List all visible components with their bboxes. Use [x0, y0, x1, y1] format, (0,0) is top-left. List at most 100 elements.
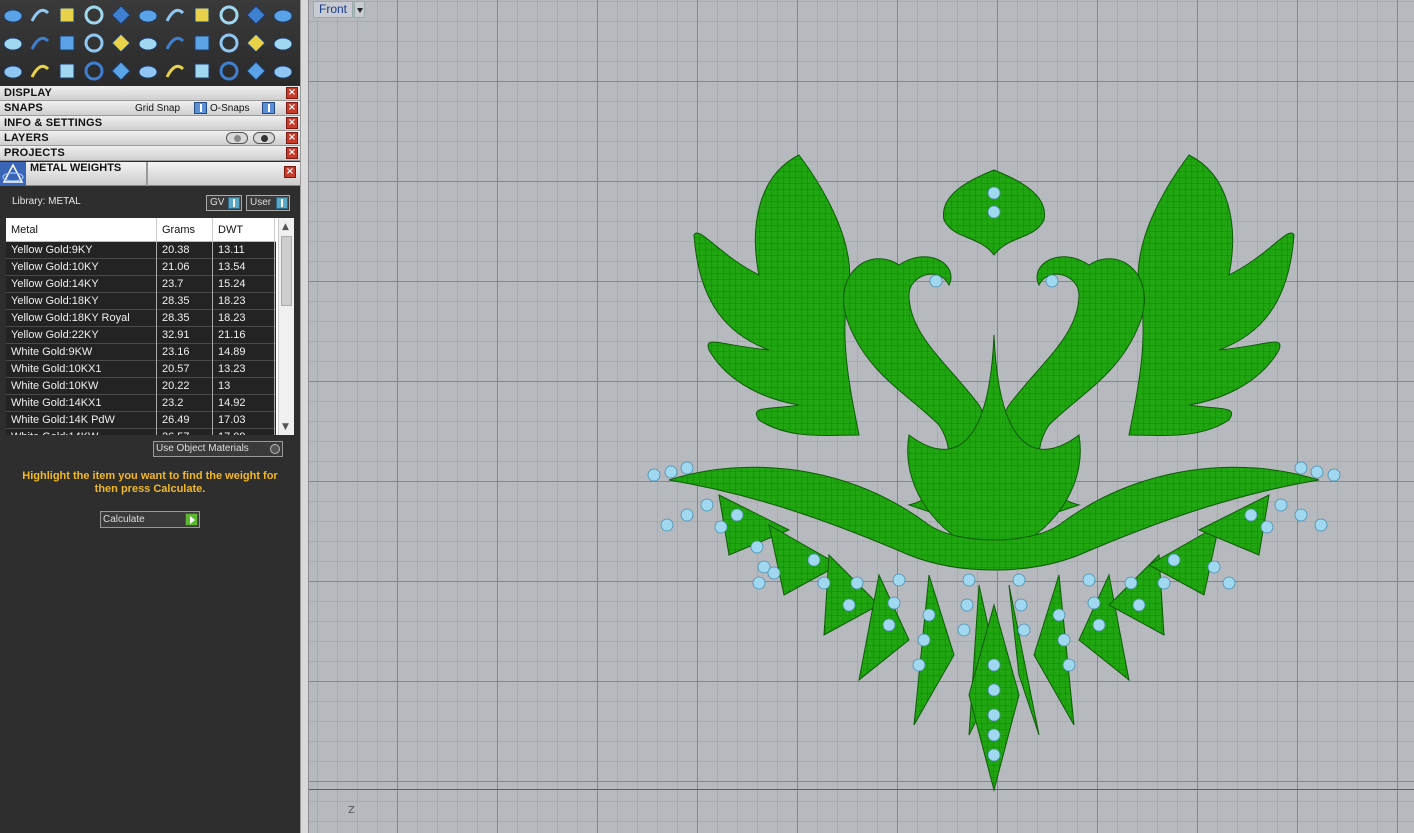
camera-icon[interactable] [217, 3, 241, 27]
swan-pendant-model[interactable] [609, 135, 1379, 795]
frame-icon[interactable] [190, 59, 214, 83]
grid-fill-icon[interactable] [109, 3, 133, 27]
door-icon[interactable] [109, 31, 133, 55]
metal-cell: White Gold:14KW [6, 429, 157, 435]
close-icon[interactable]: × [286, 87, 298, 99]
add-point-icon[interactable] [55, 3, 79, 27]
cloud-icon[interactable] [244, 31, 268, 55]
calculate-button[interactable]: Calculate [100, 511, 200, 528]
section-display[interactable]: DISPLAY × [0, 86, 300, 101]
viewport-dropdown-icon[interactable] [354, 1, 365, 18]
close-icon[interactable]: × [286, 147, 298, 159]
split-icon[interactable] [82, 59, 106, 83]
table-row[interactable]: White Gold:10KW 20.22 13 [6, 378, 276, 395]
panel-title: METAL WEIGHTS [30, 162, 122, 174]
toolbar [0, 0, 300, 86]
table-scrollbar[interactable]: ▲ ▼ [278, 218, 294, 435]
grams-cell: 23.16 [157, 344, 213, 361]
settings-disc-icon[interactable] [244, 3, 268, 27]
plate-icon[interactable] [55, 31, 79, 55]
table-row[interactable]: Yellow Gold:22KY 32.91 21.16 [6, 327, 276, 344]
dwt-cell: 18.23 [213, 310, 275, 327]
metal-cell: Yellow Gold:18KY Royal [6, 310, 157, 327]
table-row[interactable]: Yellow Gold:9KY 20.38 13.11 [6, 242, 276, 259]
diamond-icon[interactable] [28, 31, 52, 55]
user-label: User [250, 197, 272, 208]
section-snaps[interactable]: SNAPS Grid Snap O-Snaps × [0, 101, 300, 116]
close-icon[interactable]: × [284, 166, 296, 178]
arc-icon[interactable] [28, 59, 52, 83]
table-row[interactable]: White Gold:14K PdW 26.49 17.03 [6, 412, 276, 429]
table-row[interactable]: Yellow Gold:10KY 21.06 13.54 [6, 259, 276, 276]
curve-tool-icon[interactable] [1, 3, 25, 27]
gv-label: GV [210, 197, 225, 208]
cubes-icon[interactable] [1, 59, 25, 83]
panel-splitter[interactable] [300, 0, 309, 833]
table-row[interactable]: Yellow Gold:18KY 28.35 18.23 [6, 293, 276, 310]
play-icon [185, 513, 198, 526]
layer-lock-icon[interactable] [226, 132, 248, 144]
table-row[interactable]: White Gold:14KW26.5717.09 [6, 429, 276, 435]
table-header: Metal Grams DWT [6, 218, 276, 242]
grid-map-icon[interactable] [217, 31, 241, 55]
dwt-cell: 13.23 [213, 361, 275, 378]
dwt-cell: 14.92 [213, 395, 275, 412]
metal-cell: Yellow Gold:10KY [6, 259, 157, 276]
grams-cell: 28.35 [157, 293, 213, 310]
cable-icon[interactable] [136, 31, 160, 55]
toggle-icon[interactable] [271, 3, 295, 27]
close-icon[interactable]: × [286, 132, 298, 144]
section-layers[interactable]: LAYERS × [0, 131, 300, 146]
table-row[interactable]: Yellow Gold:18KY Royal 28.35 18.23 [6, 310, 276, 327]
table-row[interactable]: White Gold:14KX1 23.2 14.92 [6, 395, 276, 412]
drop-icon[interactable] [163, 3, 187, 27]
metal-cell: White Gold:14KX1 [6, 395, 157, 412]
corner-icon[interactable] [136, 59, 160, 83]
move-icon[interactable] [109, 59, 133, 83]
grid-snap-toggle[interactable] [194, 102, 207, 114]
use-object-materials-toggle[interactable]: Use Object Materials [153, 441, 283, 457]
table-row[interactable]: White Gold:9KW 23.16 14.89 [6, 344, 276, 361]
app-window: DISPLAY × SNAPS Grid Snap O-Snaps × INFO… [0, 0, 1414, 833]
bracket-icon[interactable] [217, 59, 241, 83]
link-icon[interactable] [271, 31, 295, 55]
dwt-cell: 17.03 [213, 412, 275, 429]
osnaps-toggle[interactable] [262, 102, 275, 114]
column-header-dwt[interactable]: DWT [213, 218, 275, 242]
scroll-down-icon[interactable]: ▼ [282, 422, 289, 432]
gear-gem-icon[interactable] [190, 3, 214, 27]
blend-icon[interactable] [28, 3, 52, 27]
scroll-thumb[interactable] [281, 236, 292, 306]
app-logo-icon [0, 162, 26, 186]
close-icon[interactable]: × [286, 117, 298, 129]
circle-icon[interactable] [271, 59, 295, 83]
gv-toggle[interactable]: GV [206, 195, 242, 211]
user-toggle[interactable]: User [246, 195, 290, 211]
offset-curve-icon[interactable] [55, 59, 79, 83]
close-icon[interactable]: × [286, 102, 298, 114]
column-header-metal[interactable]: Metal [6, 218, 157, 242]
eye-icon[interactable] [253, 132, 275, 144]
dwt-cell: 15.24 [213, 276, 275, 293]
front-viewport[interactable]: Front Z [309, 0, 1414, 833]
column-header-grams[interactable]: Grams [157, 218, 213, 242]
section-projects[interactable]: PROJECTS × [0, 146, 300, 161]
scroll-up-icon[interactable]: ▲ [282, 222, 289, 232]
metal-cell: White Gold:10KX1 [6, 361, 157, 378]
ring-icon[interactable] [1, 31, 25, 55]
fan-icon[interactable] [163, 59, 187, 83]
gem-circle-icon[interactable] [190, 31, 214, 55]
grams-cell: 20.57 [157, 361, 213, 378]
grid-snap-label: Grid Snap [135, 103, 181, 114]
scissors-icon[interactable] [244, 59, 268, 83]
grams-cell: 28.35 [157, 310, 213, 327]
add-grid-icon[interactable] [82, 3, 106, 27]
toggle-icon [276, 197, 288, 209]
section-info-settings[interactable]: INFO & SETTINGS × [0, 116, 300, 131]
bend-icon[interactable] [82, 31, 106, 55]
gem-scatter-icon[interactable] [136, 3, 160, 27]
gem-ring-icon[interactable] [163, 31, 187, 55]
viewport-label[interactable]: Front [313, 1, 354, 18]
table-row[interactable]: White Gold:10KX1 20.57 13.23 [6, 361, 276, 378]
table-row[interactable]: Yellow Gold:14KY 23.7 15.24 [6, 276, 276, 293]
